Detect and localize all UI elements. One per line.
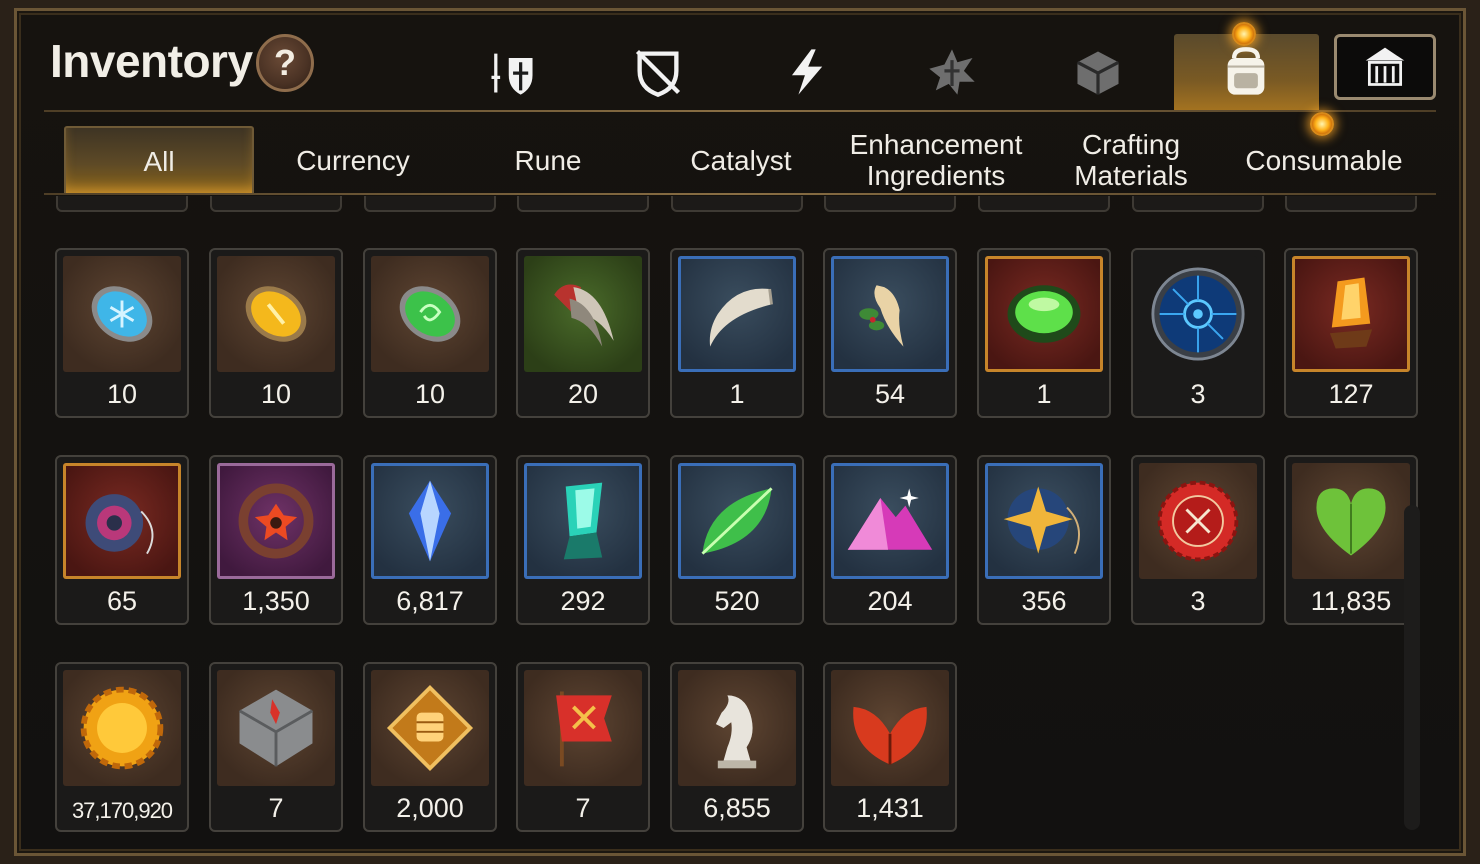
red-leaf-icon [853, 706, 927, 765]
blue-snowflake-gem-icon [91, 286, 153, 342]
guild-hall-icon [1365, 47, 1405, 86]
item-quantity: 1,431 [856, 793, 924, 823]
item-quantity: 54 [874, 379, 906, 409]
category-cube-button[interactable] [1068, 42, 1128, 102]
star-pendant-icon [1003, 486, 1080, 555]
equipment-icon [491, 53, 533, 95]
inventory-slot[interactable]: 2,000 [363, 662, 497, 832]
teal-crystal-icon [563, 482, 603, 560]
item-quantity: 3 [1190, 586, 1206, 616]
inventory-slot[interactable]: 10 [55, 248, 189, 418]
blue-crystal-icon [408, 480, 452, 562]
item-quantity: 10 [414, 379, 446, 409]
blue-circuit-disc-icon [1151, 267, 1245, 361]
item-quantity: 2,000 [396, 793, 464, 823]
stone-compass-icon [238, 689, 314, 767]
item-quantity: 7 [575, 793, 591, 823]
inventory-slot[interactable]: 127 [1284, 248, 1418, 418]
category-guild-hall-button[interactable] [1334, 34, 1436, 100]
inventory-slot[interactable]: 520 [670, 455, 804, 625]
item-quantity: 11,835 [1310, 586, 1392, 616]
header-divider [44, 110, 1436, 112]
item-quantity: 1 [729, 379, 745, 409]
item-quantity: 6,855 [703, 793, 771, 823]
gold-coin-icon [80, 686, 164, 770]
item-quantity: 65 [106, 586, 138, 616]
item-quantity: 37,170,920 [71, 798, 173, 823]
green-leaf-icon [701, 487, 773, 555]
tab-rune[interactable]: Rune [453, 126, 643, 194]
yellow-gem-icon [245, 286, 307, 342]
item-quantity: 127 [1328, 379, 1374, 409]
fist-emblem-icon [386, 684, 474, 772]
orange-crystal-icon [1329, 277, 1373, 349]
item-quantity: 20 [567, 379, 599, 409]
category-equipment-button[interactable] [482, 42, 542, 102]
tab-all[interactable]: All [64, 126, 254, 194]
item-quantity: 204 [867, 586, 913, 616]
item-quantity: 10 [106, 379, 138, 409]
red-badge-icon [1157, 480, 1239, 562]
item-quantity: 520 [714, 586, 760, 616]
inventory-slot[interactable]: 6,855 [670, 662, 804, 832]
red-flower-ring-icon [238, 483, 314, 559]
inventory-slot[interactable]: 3 [1131, 455, 1265, 625]
tab-enhancement-ingredients[interactable]: Enhancement Ingredients [836, 126, 1036, 194]
claw-icon [554, 284, 614, 347]
red-banner-icon [556, 691, 612, 767]
pink-mountain-icon [847, 488, 933, 550]
green-orb-icon [1007, 285, 1081, 343]
page-title: Inventory [50, 35, 253, 87]
item-quantity: 1 [1036, 379, 1052, 409]
inventory-slot[interactable]: 54 [823, 248, 957, 418]
tab-consumable[interactable]: Consumable [1226, 126, 1422, 194]
inventory-slot[interactable]: 6,817 [363, 455, 497, 625]
inventory-slot[interactable]: 1 [670, 248, 804, 418]
inventory-slot[interactable]: 7 [516, 662, 650, 832]
green-spiral-gem-icon [399, 286, 461, 342]
inventory-slot[interactable]: 20 [516, 248, 650, 418]
notification-dot [1310, 112, 1334, 136]
inventory-slot[interactable]: 65 [55, 455, 189, 625]
blue-ring-pendant-icon [85, 494, 154, 555]
broken-shield-icon [635, 49, 681, 97]
item-quantity: 1,350 [242, 586, 310, 616]
inventory-slot[interactable]: 3 [1131, 248, 1265, 418]
inventory-slot[interactable]: 1 [977, 248, 1111, 418]
faded-rune-icon [929, 49, 975, 95]
green-heart-icon [1316, 488, 1386, 556]
cube-icon [1076, 51, 1120, 95]
item-quantity: 6,817 [396, 586, 464, 616]
inventory-slot[interactable]: 292 [516, 455, 650, 625]
help-button[interactable]: ? [256, 34, 314, 92]
inventory-slot[interactable]: 37,170,920 [55, 662, 189, 832]
tab-catalyst[interactable]: Catalyst [646, 126, 836, 194]
inventory-slot[interactable]: 204 [823, 455, 957, 625]
inventory-slot[interactable]: 7 [209, 662, 343, 832]
item-quantity: 7 [268, 793, 284, 823]
ginseng-root-icon [859, 285, 904, 347]
inventory-slot[interactable]: 10 [363, 248, 497, 418]
inventory-slot[interactable]: 1,431 [823, 662, 957, 832]
item-quantity: 292 [560, 586, 606, 616]
inventory-slot[interactable]: 356 [977, 455, 1111, 625]
item-quantity: 356 [1021, 586, 1067, 616]
tab-currency[interactable]: Currency [258, 126, 448, 194]
category-backpack-button[interactable] [1216, 42, 1276, 102]
inventory-slot[interactable]: 11,835 [1284, 455, 1418, 625]
item-quantity: 3 [1190, 379, 1206, 409]
scrollbar[interactable] [1404, 505, 1420, 830]
category-rune-button[interactable] [922, 42, 982, 102]
category-broken-shield-button[interactable] [628, 42, 688, 102]
item-quantity: 10 [260, 379, 292, 409]
chess-knight-icon [715, 695, 757, 769]
lightning-icon [791, 49, 823, 95]
category-lightning-button[interactable] [776, 42, 836, 102]
tab-crafting-materials[interactable]: Crafting Materials [1036, 126, 1226, 194]
tabs-divider [44, 193, 1436, 195]
fang-icon [709, 288, 773, 347]
backpack-icon [1227, 47, 1265, 95]
inventory-slot[interactable]: 1,350 [209, 455, 343, 625]
inventory-slot[interactable]: 10 [209, 248, 343, 418]
